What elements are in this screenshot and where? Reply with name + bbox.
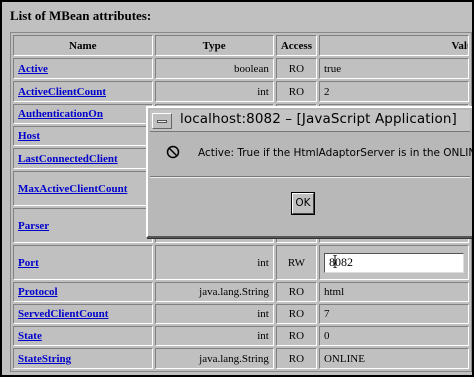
- attribute-access-cell: RW: [275, 245, 317, 280]
- attribute-link[interactable]: MaxActiveClientCount: [18, 183, 127, 195]
- table-row: ServedClientCount int RO 7: [13, 304, 469, 324]
- attribute-value-cell: true: [318, 58, 469, 79]
- dialog-body: Active: True if the HtmlAdaptorServer is…: [148, 134, 472, 182]
- attribute-name-cell: State: [13, 326, 153, 346]
- table-row: Active boolean RO true: [13, 58, 469, 79]
- table-row: Port int RW 8082: [13, 245, 469, 280]
- attribute-link[interactable]: AuthenticationOn: [18, 108, 103, 120]
- attribute-link[interactable]: Parser: [18, 220, 49, 232]
- table-header-row: Name Type Access Value: [13, 35, 469, 56]
- attribute-link[interactable]: StateString: [18, 353, 71, 365]
- attribute-link[interactable]: ActiveClientCount: [18, 86, 106, 98]
- attribute-access-cell: RO: [275, 58, 317, 79]
- attribute-type-cell: int: [154, 245, 274, 280]
- attribute-value-cell: 0: [318, 326, 469, 346]
- table-row: StateString java.lang.String RO ONLINE: [13, 348, 469, 369]
- attribute-link[interactable]: ServedClientCount: [18, 308, 108, 320]
- column-header-name: Name: [13, 35, 153, 56]
- attribute-access-cell: RO: [275, 326, 317, 346]
- window-menu-button[interactable]: [152, 113, 172, 129]
- attribute-name-cell: AuthenticationOn: [13, 104, 153, 124]
- dialog-separator: [150, 176, 470, 178]
- attribute-link[interactable]: State: [18, 330, 42, 342]
- attribute-name-cell: LastConnectedClient: [13, 148, 153, 169]
- browser-page: List of MBean attributes: Name Type Acce…: [2, 2, 472, 375]
- attribute-name-cell: StateString: [13, 348, 153, 369]
- column-header-access: Access: [275, 35, 317, 56]
- attribute-access-cell: RO: [275, 282, 317, 302]
- attribute-name-cell: Parser: [13, 208, 153, 243]
- dialog-message: Active: True if the HtmlAdaptorServer is…: [198, 147, 472, 159]
- column-header-value: Value: [318, 35, 469, 56]
- attribute-access-cell: RO: [275, 304, 317, 324]
- text-cursor-icon: [333, 254, 337, 269]
- port-value-input[interactable]: 8082: [323, 252, 464, 273]
- attribute-name-cell: Host: [13, 126, 153, 146]
- table-row: State int RO 0: [13, 326, 469, 346]
- dialog-titlebar[interactable]: localhost:8082 – [JavaScript Application…: [150, 110, 470, 132]
- attribute-value-cell: html: [318, 282, 469, 302]
- attribute-name-cell: Protocol: [13, 282, 153, 302]
- attribute-link[interactable]: LastConnectedClient: [18, 153, 118, 165]
- dialog-title: localhost:8082 – [JavaScript Application…: [180, 111, 457, 127]
- table-row: Protocol java.lang.String RO html: [13, 282, 469, 302]
- attribute-value-cell: 2: [318, 81, 469, 102]
- attribute-name-cell: MaxActiveClientCount: [13, 171, 153, 206]
- attribute-name-cell: Port: [13, 245, 153, 280]
- attribute-link[interactable]: Host: [18, 130, 40, 142]
- attribute-access-cell: RO: [275, 81, 317, 102]
- ok-button[interactable]: OK: [292, 193, 314, 214]
- column-header-type: Type: [154, 35, 274, 56]
- attribute-type-cell: java.lang.String: [154, 282, 274, 302]
- attribute-value-cell: 8082: [318, 245, 469, 280]
- alert-dialog: localhost:8082 – [JavaScript Application…: [146, 106, 472, 238]
- page-heading: List of MBean attributes:: [10, 8, 152, 23]
- attribute-access-cell: RO: [275, 348, 317, 369]
- window-menu-icon: [157, 120, 167, 123]
- attribute-name-cell: ActiveClientCount: [13, 81, 153, 102]
- attribute-value-cell: 7: [318, 304, 469, 324]
- stop-icon: [166, 145, 180, 159]
- attribute-value-cell: ONLINE: [318, 348, 469, 369]
- attribute-type-cell: int: [154, 304, 274, 324]
- attribute-type-cell: java.lang.String: [154, 348, 274, 369]
- attribute-type-cell: int: [154, 326, 274, 346]
- attribute-type-cell: int: [154, 81, 274, 102]
- attribute-name-cell: ServedClientCount: [13, 304, 153, 324]
- attribute-link[interactable]: Protocol: [18, 286, 58, 298]
- attribute-link[interactable]: Port: [18, 257, 39, 269]
- attribute-link[interactable]: Active: [18, 63, 48, 75]
- table-row: ActiveClientCount int RO 2: [13, 81, 469, 102]
- attribute-type-cell: boolean: [154, 58, 274, 79]
- attribute-name-cell: Active: [13, 58, 153, 79]
